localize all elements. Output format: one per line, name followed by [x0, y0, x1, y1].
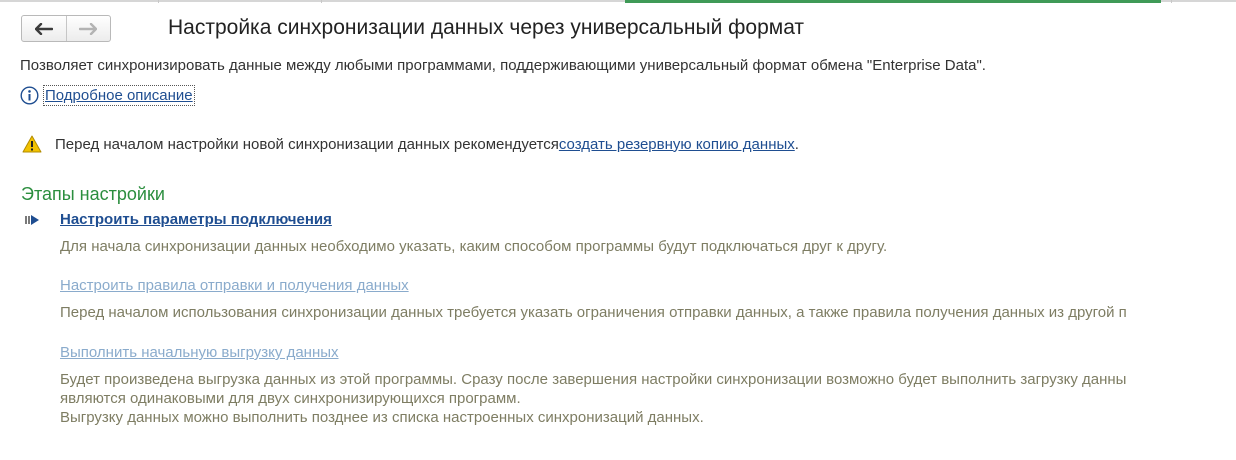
tab-divider: [1171, 0, 1172, 3]
navigation-buttons: [21, 15, 111, 42]
arrow-left-icon: [34, 22, 53, 35]
step-configure-rules-description: Перед началом использования синхронизаци…: [60, 303, 1127, 322]
step-configure-connection-description: Для начала синхронизации данных необходи…: [60, 237, 887, 256]
step-description-line: Для начала синхронизации данных необходи…: [60, 238, 888, 255]
page-title: Настройка синхронизации данных через уни…: [168, 16, 805, 39]
step-initial-export-link[interactable]: Выполнить начальную выгрузку данных: [60, 344, 339, 361]
backup-warning: Перед началом настройки новой синхрониза…: [22, 135, 799, 153]
step-configure-rules-link[interactable]: Настроить правила отправки и получения д…: [60, 277, 409, 294]
warning-text: Перед началом настройки новой синхрониза…: [55, 135, 559, 153]
step-description-line: Будет произведена выгрузка данных из это…: [60, 371, 1127, 388]
warning-icon: [22, 135, 42, 153]
current-step-arrow-icon: [25, 215, 39, 225]
detailed-description-link[interactable]: Подробное описание: [43, 85, 195, 106]
back-button[interactable]: [22, 16, 66, 41]
step-configure-connection-link[interactable]: Настроить параметры подключения: [60, 211, 332, 228]
step-description-line: являются одинаковыми для двух синхронизи…: [60, 390, 521, 407]
step-initial-export-description: Будет произведена выгрузка данных из это…: [60, 370, 1126, 427]
arrow-right-icon: [79, 22, 98, 35]
step-description-line: Перед началом использования синхронизаци…: [60, 304, 1127, 321]
page-description: Позволяет синхронизировать данные между …: [20, 57, 986, 74]
setup-stages-title: Этапы настройки: [21, 184, 165, 204]
info-row: Подробное описание: [20, 85, 195, 106]
tab-divider: [158, 0, 159, 3]
warning-text-end: .: [794, 135, 799, 153]
step-description-line: Выгрузку данных можно выполнить позднее …: [60, 409, 704, 426]
info-icon: [20, 86, 39, 105]
tab-divider: [321, 0, 322, 3]
forward-button[interactable]: [65, 16, 111, 41]
create-backup-link[interactable]: создать резервную копию данных: [559, 136, 795, 153]
active-tab-indicator: [625, 0, 1161, 3]
tab-strip: [0, 0, 1236, 3]
